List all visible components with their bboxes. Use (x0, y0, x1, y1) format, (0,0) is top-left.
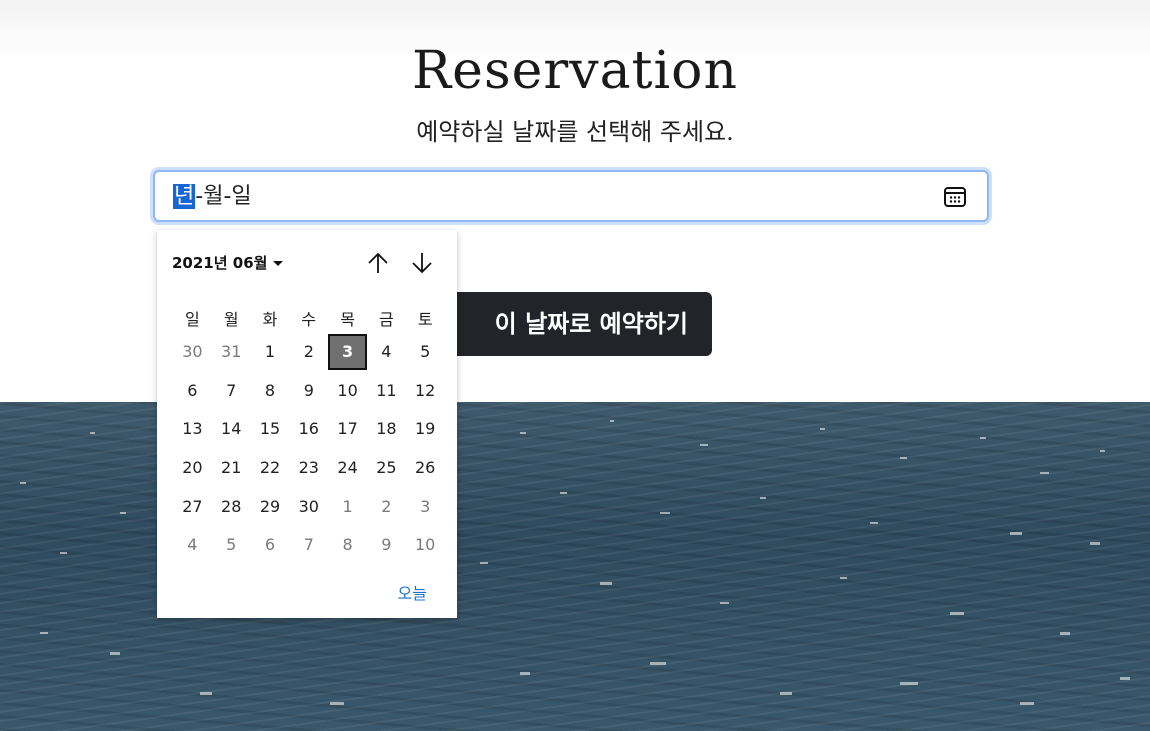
calendar-day[interactable]: 15 (251, 411, 290, 447)
calendar-day[interactable]: 1 (251, 334, 290, 370)
calendar-day[interactable]: 9 (367, 527, 406, 563)
calendar-day[interactable]: 16 (289, 411, 328, 447)
calendar-day[interactable]: 17 (328, 411, 367, 447)
next-month-button[interactable] (409, 250, 435, 276)
date-separator: - (195, 184, 204, 209)
calendar-day[interactable]: 27 (173, 489, 212, 525)
calendar-day[interactable]: 21 (212, 450, 251, 486)
weekday-label: 금 (379, 310, 394, 329)
calendar-day[interactable]: 28 (212, 489, 251, 525)
calendar-week-row: 4 5 6 7 8 9 10 (173, 527, 445, 563)
weekday-header-row: 일 월 화 수 목 금 토 (173, 302, 445, 338)
calendar-day[interactable]: 5 (212, 527, 251, 563)
arrow-down-icon (412, 253, 432, 274)
calendar-day[interactable]: 7 (212, 373, 251, 409)
calendar-day[interactable]: 5 (406, 334, 445, 370)
month-label: 2021년 06월 (172, 254, 268, 272)
calendar-day[interactable]: 2 (289, 334, 328, 370)
calendar-day[interactable]: 7 (289, 527, 328, 563)
calendar-day[interactable]: 9 (289, 373, 328, 409)
weekday-label: 토 (417, 310, 433, 329)
calendar-day[interactable]: 12 (406, 373, 445, 409)
page-subtitle: 예약하실 날짜를 선택해 주세요. (416, 118, 734, 146)
calendar-day[interactable]: 2 (367, 489, 406, 525)
calendar-day[interactable]: 30 (289, 489, 328, 525)
calendar-day[interactable]: 6 (173, 373, 212, 409)
day-segment[interactable]: 일 (231, 184, 251, 209)
calendar-day[interactable]: 11 (367, 373, 406, 409)
calendar-day[interactable]: 30 (173, 334, 212, 370)
calendar-day[interactable]: 31 (212, 334, 251, 370)
month-select[interactable]: 2021년 06월 (172, 252, 284, 273)
month-segment[interactable]: 월 (203, 184, 223, 209)
calendar-day[interactable]: 8 (251, 373, 290, 409)
calendar-day[interactable]: 4 (173, 527, 212, 563)
calendar-day-selected[interactable]: 3 (328, 334, 367, 370)
calendar-day[interactable]: 3 (406, 489, 445, 525)
calendar-day[interactable]: 1 (328, 489, 367, 525)
calendar-day[interactable]: 25 (367, 450, 406, 486)
calendar-week-row: 20 21 22 23 24 25 26 (173, 450, 445, 486)
weekday-label: 월 (223, 310, 239, 329)
reserve-button[interactable]: 이 날짜로 예약하기 (430, 292, 712, 356)
calendar-day[interactable]: 6 (251, 527, 290, 563)
date-segments[interactable]: 년-월-일 (173, 184, 252, 210)
calendar-day[interactable]: 13 (173, 411, 212, 447)
calendar-day[interactable]: 22 (251, 450, 290, 486)
calendar-week-row: 30 31 1 2 3 4 5 (173, 334, 445, 370)
calendar-day[interactable]: 26 (406, 450, 445, 486)
today-button[interactable]: 오늘 (398, 580, 427, 604)
date-input[interactable]: 년-월-일 (153, 170, 989, 222)
calendar-day[interactable]: 18 (367, 411, 406, 447)
page-title: Reservation (412, 41, 738, 101)
weekday-label: 수 (301, 310, 317, 329)
calendar-day[interactable]: 29 (251, 489, 290, 525)
arrow-up-icon (368, 252, 388, 273)
previous-month-button[interactable] (365, 250, 391, 276)
calendar-day[interactable]: 10 (328, 373, 367, 409)
calendar-day[interactable]: 20 (173, 450, 212, 486)
calendar-week-row: 6 7 8 9 10 11 12 (173, 373, 445, 409)
caret-down-icon (273, 261, 284, 266)
weekday-label: 화 (262, 310, 278, 329)
calendar-day[interactable]: 23 (289, 450, 328, 486)
calendar-week-row: 13 14 15 16 17 18 19 (173, 411, 445, 447)
calendar-day[interactable]: 4 (367, 334, 406, 370)
calendar-day[interactable]: 14 (212, 411, 251, 447)
calendar-icon[interactable] (943, 185, 967, 209)
calendar-week-row: 27 28 29 30 1 2 3 (173, 489, 445, 525)
calendar-day[interactable]: 10 (406, 527, 445, 563)
year-segment[interactable]: 년 (173, 184, 196, 209)
date-picker-popup: 2021년 06월 일 월 화 수 목 금 토 30 31 1 2 3 4 5 … (157, 230, 457, 618)
weekday-label: 일 (185, 310, 200, 329)
calendar-day[interactable]: 24 (328, 450, 367, 486)
calendar-day[interactable]: 8 (328, 527, 367, 563)
calendar-day[interactable]: 19 (406, 411, 445, 447)
weekday-label: 목 (340, 310, 355, 329)
